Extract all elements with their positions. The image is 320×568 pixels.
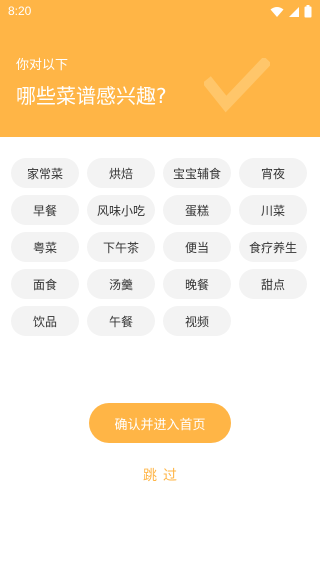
interest-tag[interactable]: 午餐	[87, 306, 155, 336]
header-subtitle: 你对以下	[16, 58, 69, 73]
interest-tag[interactable]: 蛋糕	[163, 195, 231, 225]
status-time: 8:20	[8, 4, 32, 18]
interest-tag[interactable]: 食疗养生	[239, 232, 307, 262]
interest-tag[interactable]: 便当	[163, 232, 231, 262]
page-title: 哪些菜谱感兴趣?	[16, 84, 167, 108]
skip-button[interactable]: 跳过	[120, 463, 200, 487]
battery-icon	[304, 5, 312, 18]
interest-tag[interactable]: 晚餐	[163, 269, 231, 299]
interest-tag[interactable]: 烘焙	[87, 158, 155, 188]
interest-tag[interactable]: 面食	[11, 269, 79, 299]
wifi-icon	[270, 6, 284, 18]
interest-tag[interactable]: 甜点	[239, 269, 307, 299]
screen: 8:20 你对以下 哪些菜谱感兴趣? 家常菜 烘焙 宝宝辅食 宵夜早餐 风味小吃 蛋糕 川菜…	[0, 0, 320, 568]
interest-tag[interactable]: 汤羹	[87, 269, 155, 299]
status-icons	[270, 5, 312, 18]
header: 8:20 你对以下 哪些菜谱感兴趣?	[0, 0, 320, 137]
interest-tag[interactable]: 宵夜	[239, 158, 307, 188]
confirm-enter-home-button[interactable]: 确认并进入首页	[89, 403, 231, 443]
interest-tag[interactable]: 早餐	[11, 195, 79, 225]
interest-tag[interactable]: 家常菜	[11, 158, 79, 188]
interest-tag[interactable]: 风味小吃	[87, 195, 155, 225]
interest-tag[interactable]: 下午茶	[87, 232, 155, 262]
interest-tag[interactable]: 川菜	[239, 195, 307, 225]
signal-icon	[288, 6, 300, 18]
status-bar: 8:20	[0, 0, 320, 24]
interest-tag-grid: 家常菜 烘焙 宝宝辅食 宵夜早餐 风味小吃 蛋糕 川菜粤菜 下午茶 便当 食疗养生面食 汤羹 晚餐 甜点…	[11, 158, 311, 336]
interest-tag[interactable]: 宝宝辅食	[163, 158, 231, 188]
check-icon	[202, 56, 272, 118]
interest-tag[interactable]: 饮品	[11, 306, 79, 336]
interest-tag[interactable]: 视频	[163, 306, 231, 336]
interest-tag[interactable]: 粤菜	[11, 232, 79, 262]
